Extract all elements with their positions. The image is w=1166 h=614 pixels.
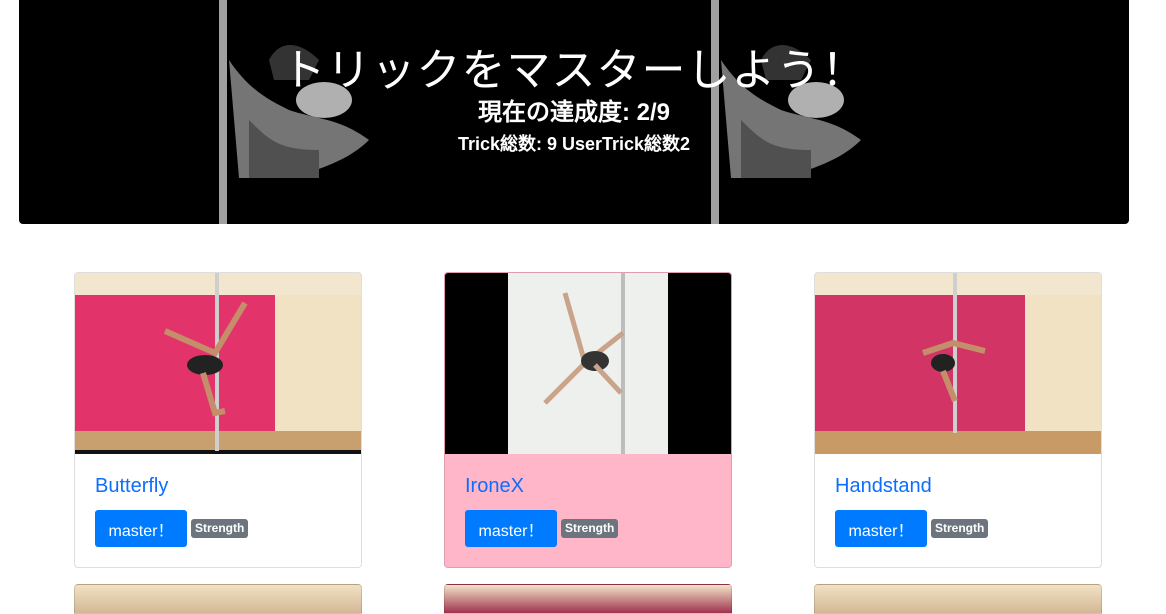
- trick-title[interactable]: Butterfly: [95, 475, 168, 498]
- category-badge: Strength: [191, 519, 249, 538]
- category-badge: Strength: [561, 519, 619, 538]
- trick-card-peek: [74, 584, 362, 614]
- hero-banner: トリックをマスターしよう！ 現在の達成度: 2/9 Trick総数: 9 Use…: [19, 0, 1129, 224]
- trick-card-peek: [444, 584, 732, 614]
- trick-image-handstand: [815, 273, 1101, 454]
- trick-title[interactable]: IroneX: [465, 475, 524, 498]
- trick-image-ironex: [445, 273, 731, 454]
- trick-image-butterfly: [75, 273, 361, 454]
- trick-card-ironex: IroneX master！ Strength: [444, 272, 732, 568]
- master-button[interactable]: master！: [835, 510, 927, 547]
- trick-card-peek: [814, 584, 1102, 614]
- trick-stats-text: Trick総数: 9 UserTrick総数2: [457, 134, 691, 154]
- trick-card-handstand: Handstand master！ Strength: [814, 272, 1102, 568]
- master-button[interactable]: master！: [95, 510, 187, 547]
- master-button[interactable]: master！: [465, 510, 557, 547]
- category-badge: Strength: [931, 519, 989, 538]
- trick-card-butterfly: Butterfly master！ Strength: [74, 272, 362, 568]
- progress-text: 現在の達成度: 2/9: [477, 99, 671, 126]
- hero-title: トリックをマスターしよう！: [281, 46, 867, 95]
- trick-title[interactable]: Handstand: [835, 475, 932, 498]
